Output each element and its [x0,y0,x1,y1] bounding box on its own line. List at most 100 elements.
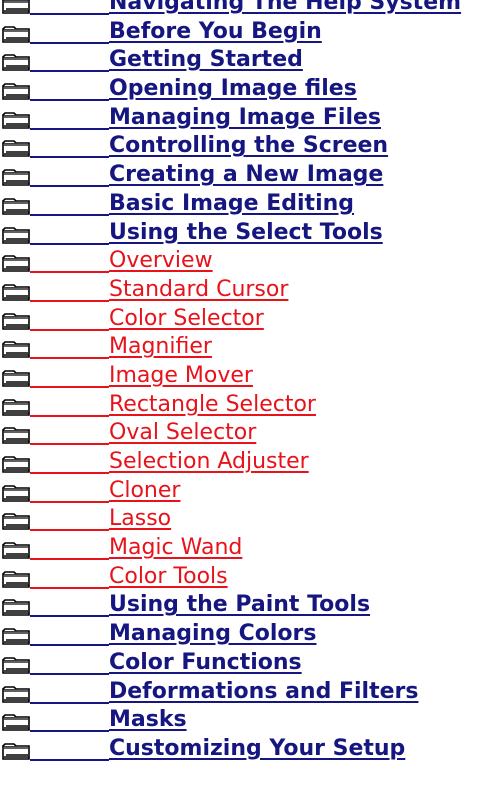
topic-link-color-selector[interactable]: Color Selector [0,305,486,334]
topic-link-getting-started[interactable]: Getting Started [0,46,486,75]
topic-link-opening-image-files[interactable]: Opening Image files [0,75,486,104]
topic-link-masks[interactable]: Masks [0,706,486,735]
folder-icon [2,311,30,330]
topic-label: Color Tools [109,563,228,589]
topic-link-lasso[interactable]: Lasso [0,505,486,534]
folder-icon [2,196,30,215]
topic-link-managing-colors[interactable]: Managing Colors [0,620,486,649]
folder-icon [2,741,30,760]
topic-link-deformations-and-filters[interactable]: Deformations and Filters [0,678,486,707]
link-underline [30,615,109,618]
topic-label: Controlling the Screen [109,133,389,159]
link-underline [30,730,109,733]
link-underline [30,242,109,245]
folder-icon [2,282,30,301]
link-underline [30,99,109,102]
folder-icon [2,368,30,387]
topic-link-controlling-the-screen[interactable]: Controlling the Screen [0,132,486,161]
link-underline [30,357,109,360]
topic-label: Managing Image Files [109,104,382,130]
topic-link-before-you-begin[interactable]: Before You Begin [0,18,486,47]
topic-label: Cloner [109,477,181,503]
link-underline [30,758,109,761]
folder-icon [2,225,30,244]
folder-icon [2,684,30,703]
topic-label: Navigating The Help System [109,0,462,15]
topic-label: Customizing Your Setup [109,735,406,761]
link-underline [30,529,109,532]
topic-link-selection-adjuster[interactable]: Selection Adjuster [0,448,486,477]
folder-icon [2,339,30,359]
topic-label: Color Functions [109,649,302,675]
link-underline [30,414,109,417]
folder-icon [2,110,30,129]
topic-link-image-mover[interactable]: Image Mover [0,362,486,391]
topic-link-managing-image-files[interactable]: Managing Image Files [0,104,486,133]
topic-label: Managing Colors [109,621,317,647]
folder-icon [2,425,30,445]
folder-icon [2,626,30,645]
topic-label: Overview [109,248,213,274]
link-underline [30,13,109,15]
topic-link-creating-a-new-image[interactable]: Creating a New Image [0,161,486,190]
topic-link-navigating-the-help-system[interactable]: Navigating The Help System [0,0,486,18]
topic-link-customizing-your-setup[interactable]: Customizing Your Setup [0,735,486,764]
topic-link-rectangle-selector[interactable]: Rectangle Selector [0,391,486,420]
topic-label: Before You Begin [109,18,322,44]
topic-link-cloner[interactable]: Cloner [0,477,486,506]
link-underline [30,500,109,503]
topic-label: Image Mover [109,362,253,388]
link-underline [30,41,109,44]
topic-link-basic-image-editing[interactable]: Basic Image Editing [0,190,486,219]
topic-label: Deformations and Filters [109,678,419,704]
folder-icon [2,454,30,473]
topic-label: Color Selector [109,305,264,331]
topic-link-using-the-select-tools[interactable]: Using the Select Tools [0,219,486,248]
topic-link-magnifier[interactable]: Magnifier [0,333,486,362]
help-topic-list: Navigating The Help System Before You Beg… [0,0,486,764]
folder-icon [2,569,30,588]
link-underline [30,586,109,589]
topic-link-oval-selector[interactable]: Oval Selector [0,419,486,448]
folder-icon [2,52,30,72]
topic-link-color-tools[interactable]: Color Tools [0,563,486,592]
folder-icon [2,655,30,674]
topic-label: Using the Select Tools [109,219,383,245]
folder-icon [2,24,30,43]
topic-label: Oval Selector [109,420,257,446]
folder-icon [2,0,30,14]
folder-icon [2,483,30,502]
folder-icon [2,511,30,531]
topic-link-color-functions[interactable]: Color Functions [0,649,486,678]
link-underline [30,70,109,73]
folder-icon [2,253,30,272]
topic-label: Masks [109,707,187,733]
topic-link-using-the-paint-tools[interactable]: Using the Paint Tools [0,591,486,620]
link-underline [30,299,109,302]
folder-icon [2,138,30,158]
link-underline [30,472,109,474]
link-underline [30,185,109,188]
link-underline [30,213,109,216]
topic-link-magic-wand[interactable]: Magic Wand [0,534,486,563]
topic-label: Magnifier [109,334,212,360]
topic-label: Rectangle Selector [109,391,316,417]
folder-icon [2,81,30,100]
link-underline [30,271,109,274]
folder-icon [2,712,30,731]
link-underline [30,558,109,561]
link-underline [30,385,109,388]
folder-icon [2,167,30,186]
link-underline [30,127,109,130]
link-underline [30,644,109,647]
topic-link-standard-cursor[interactable]: Standard Cursor [0,276,486,305]
folder-icon [2,540,30,559]
link-underline [30,701,109,704]
topic-label: Magic Wand [109,535,243,561]
folder-icon [2,597,30,617]
topic-link-overview[interactable]: Overview [0,247,486,276]
topic-label: Getting Started [109,47,303,73]
link-underline [30,328,109,331]
topic-label: Basic Image Editing [109,190,355,216]
topic-label: Creating a New Image [109,162,384,188]
